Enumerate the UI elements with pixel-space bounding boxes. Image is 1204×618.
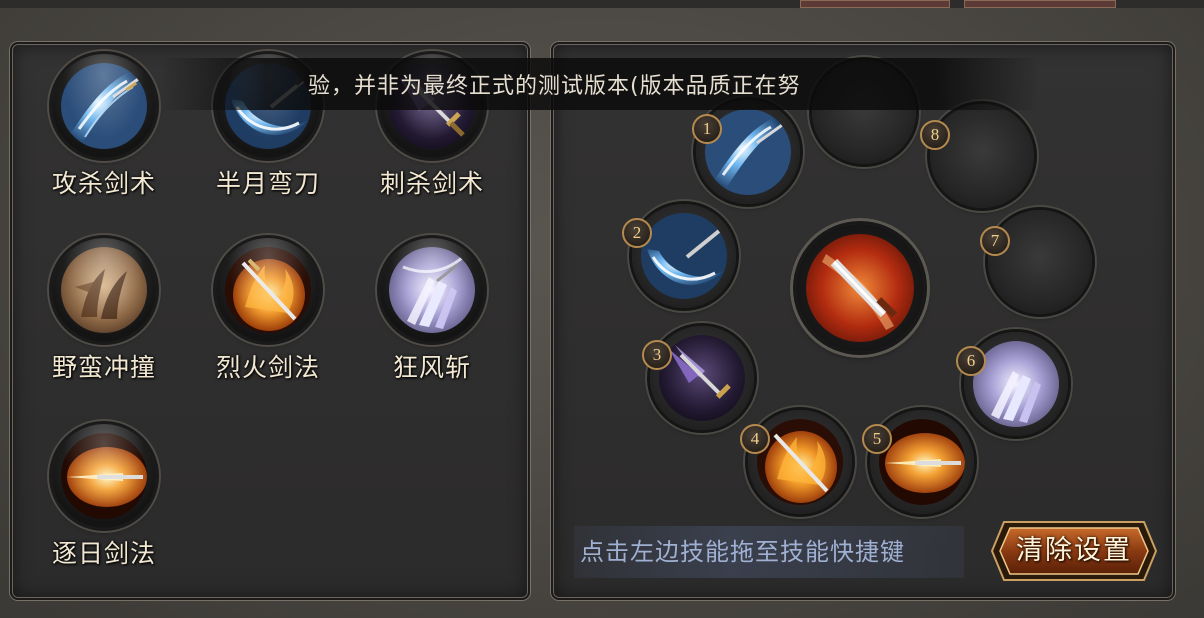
skill-flame-sword[interactable] (216, 238, 320, 342)
hotkey-slot-2[interactable] (632, 204, 736, 308)
flame-sword-icon (757, 419, 843, 505)
hotkey-slot-5[interactable] (870, 410, 974, 514)
hotkey-slot-4[interactable] (748, 410, 852, 514)
skill-label: 狂风斩 (392, 353, 471, 382)
sun-chase-sword-icon (61, 433, 147, 519)
skill-label: 野蛮冲撞 (51, 353, 156, 382)
skill-label: 半月弯刀 (215, 169, 320, 198)
clear-settings-label: 清除设置 (1016, 535, 1132, 566)
drag-hint-text: 点击左边技能拖至技能快捷键 (574, 526, 964, 578)
gale-slash-icon (973, 341, 1059, 427)
hotkey-slot-7[interactable] (988, 210, 1092, 314)
flame-sword-icon (225, 247, 311, 333)
thrust-sword-icon (659, 335, 745, 421)
top-frame (0, 0, 1204, 8)
gale-slash-icon (389, 247, 475, 333)
hotkey-slot-8[interactable] (930, 104, 1034, 208)
notice-text: 验，并非为最终正式的测试版本(版本品质正在努 (308, 74, 801, 99)
slot-number: 1 (692, 114, 722, 144)
skill-label: 攻杀剑术 (51, 169, 156, 198)
slot-number: 2 (622, 218, 652, 248)
hotkey-slot-6[interactable] (964, 332, 1068, 436)
slot-number: 5 (862, 424, 892, 454)
top-tab[interactable] (964, 0, 1116, 8)
top-tab[interactable] (800, 0, 950, 8)
main-attack-icon (806, 234, 914, 342)
slot-number: 3 (642, 340, 672, 370)
hotkey-slot-3[interactable] (650, 326, 754, 430)
skill-savage-charge[interactable] (52, 238, 156, 342)
slot-number: 4 (740, 424, 770, 454)
center-attack-button[interactable] (796, 224, 924, 352)
skill-label: 烈火剑法 (215, 353, 320, 382)
clear-settings-button[interactable]: 清除设置 (990, 520, 1158, 582)
skill-sun-chase-sword[interactable] (52, 424, 156, 528)
skill-gale-slash[interactable] (380, 238, 484, 342)
test-version-notice: 验，并非为最终正式的测试版本(版本品质正在努 (160, 58, 1040, 110)
skill-label: 刺杀剑术 (379, 169, 484, 198)
slot-number: 8 (920, 120, 950, 150)
slot-number: 7 (980, 226, 1010, 256)
sun-chase-sword-icon (879, 419, 965, 505)
half-moon-blade-icon (641, 213, 727, 299)
skill-label: 逐日剑法 (51, 539, 156, 568)
savage-charge-icon (61, 247, 147, 333)
slot-number: 6 (956, 346, 986, 376)
skill-slash-sword[interactable] (52, 54, 156, 158)
slash-sword-icon (61, 63, 147, 149)
